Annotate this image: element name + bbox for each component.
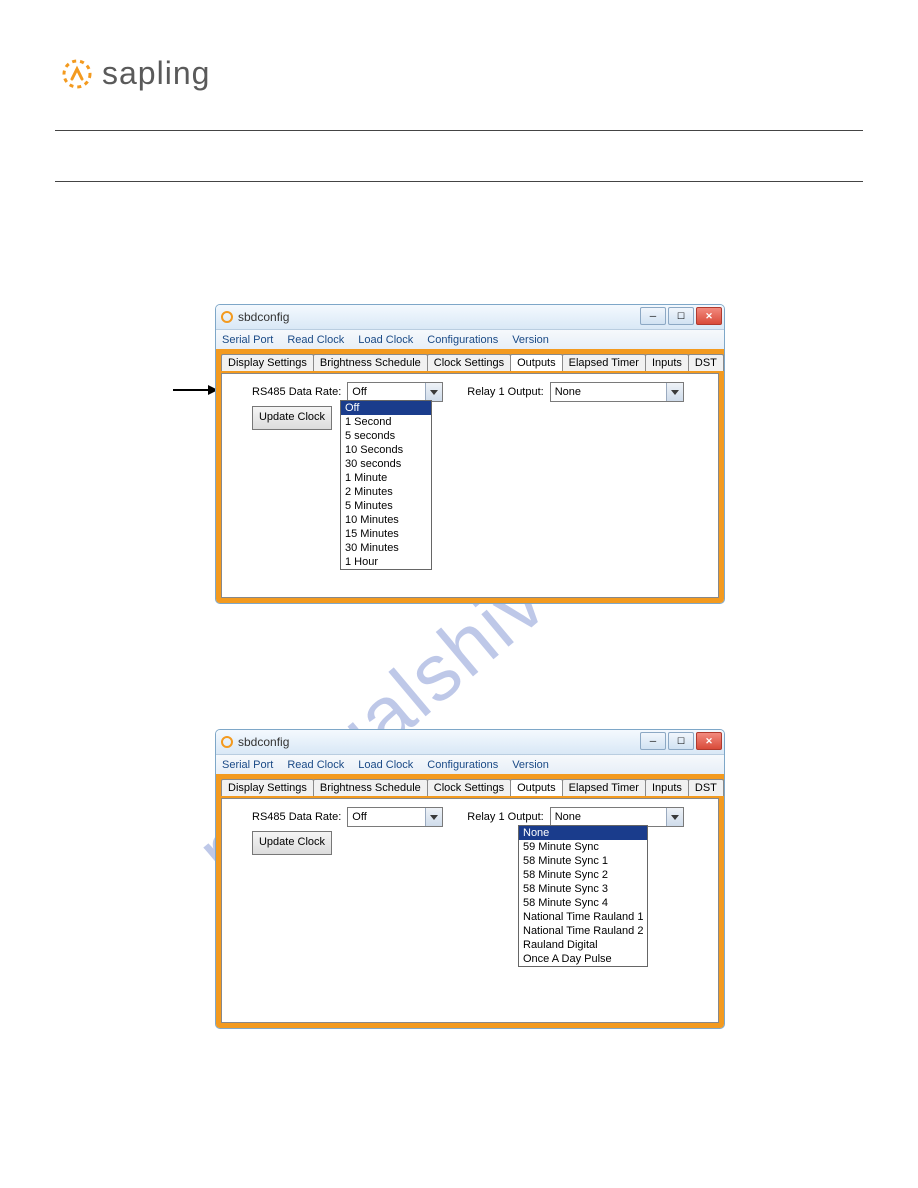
tab-inputs[interactable]: Inputs xyxy=(645,779,689,796)
divider xyxy=(55,130,863,131)
relay1-dropdown[interactable]: None 59 Minute Sync 58 Minute Sync 1 58 … xyxy=(518,825,648,967)
outputs-panel: RS485 Data Rate: Off Relay 1 Output: Non… xyxy=(221,798,719,1023)
controls-row: RS485 Data Rate: Off Relay 1 Output: Non… xyxy=(252,382,708,402)
window-controls: ─ ☐ ✕ xyxy=(640,307,722,325)
tab-inputs[interactable]: Inputs xyxy=(645,354,689,371)
titlebar: sbdconfig ─ ☐ ✕ xyxy=(216,730,724,755)
chevron-down-icon xyxy=(666,808,683,826)
controls-row: RS485 Data Rate: Off Relay 1 Output: Non… xyxy=(252,807,708,827)
tab-outputs[interactable]: Outputs xyxy=(510,354,563,371)
minimize-button[interactable]: ─ xyxy=(640,307,666,325)
window-title: sbdconfig xyxy=(238,310,289,324)
menu-load-clock[interactable]: Load Clock xyxy=(358,759,413,771)
app-icon xyxy=(220,310,234,324)
rs485-option[interactable]: 1 Minute xyxy=(341,471,431,485)
rs485-label: RS485 Data Rate: xyxy=(252,811,341,823)
relay1-label: Relay 1 Output: xyxy=(467,386,543,398)
maximize-button[interactable]: ☐ xyxy=(668,732,694,750)
relay1-option[interactable]: None xyxy=(519,826,647,840)
tab-dst[interactable]: DST xyxy=(688,779,724,796)
rs485-option[interactable]: 1 Hour xyxy=(341,555,431,569)
tab-display-settings[interactable]: Display Settings xyxy=(221,354,314,371)
menu-load-clock[interactable]: Load Clock xyxy=(358,334,413,346)
menu-read-clock[interactable]: Read Clock xyxy=(287,334,344,346)
rs485-option[interactable]: 10 Seconds xyxy=(341,443,431,457)
sapling-icon xyxy=(60,57,94,91)
rs485-option[interactable]: 5 seconds xyxy=(341,429,431,443)
sbdconfig-window-1: sbdconfig ─ ☐ ✕ Serial Port Read Clock L… xyxy=(215,304,725,604)
tab-dst[interactable]: DST xyxy=(688,354,724,371)
app-icon xyxy=(220,735,234,749)
close-button[interactable]: ✕ xyxy=(696,307,722,325)
tab-display-settings[interactable]: Display Settings xyxy=(221,779,314,796)
rs485-option[interactable]: 2 Minutes xyxy=(341,485,431,499)
menu-serial-port[interactable]: Serial Port xyxy=(222,334,273,346)
rs485-option[interactable]: 1 Second xyxy=(341,415,431,429)
rs485-label: RS485 Data Rate: xyxy=(252,386,341,398)
brand-logo: sapling xyxy=(60,55,210,92)
relay1-combo[interactable]: None xyxy=(550,807,684,827)
window-body: Display Settings Brightness Schedule Clo… xyxy=(216,349,724,603)
rs485-option[interactable]: 30 seconds xyxy=(341,457,431,471)
menu-serial-port[interactable]: Serial Port xyxy=(222,759,273,771)
menu-configurations[interactable]: Configurations xyxy=(427,759,498,771)
rs485-combo[interactable]: Off xyxy=(347,382,443,402)
brand-text: sapling xyxy=(102,55,210,92)
chevron-down-icon xyxy=(425,808,442,826)
rs485-dropdown[interactable]: Off 1 Second 5 seconds 10 Seconds 30 sec… xyxy=(340,400,432,570)
window-title: sbdconfig xyxy=(238,735,289,749)
window-body: Display Settings Brightness Schedule Clo… xyxy=(216,774,724,1028)
titlebar: sbdconfig ─ ☐ ✕ xyxy=(216,305,724,330)
rs485-value: Off xyxy=(352,811,366,823)
relay1-option[interactable]: 58 Minute Sync 1 xyxy=(519,854,647,868)
arrow-icon xyxy=(173,389,217,391)
menu-version[interactable]: Version xyxy=(512,334,549,346)
chevron-down-icon xyxy=(666,383,683,401)
rs485-option[interactable]: 15 Minutes xyxy=(341,527,431,541)
menu-read-clock[interactable]: Read Clock xyxy=(287,759,344,771)
maximize-button[interactable]: ☐ xyxy=(668,307,694,325)
relay1-option[interactable]: 59 Minute Sync xyxy=(519,840,647,854)
chevron-down-icon xyxy=(425,383,442,401)
relay1-option[interactable]: National Time Rauland 2 xyxy=(519,924,647,938)
close-button[interactable]: ✕ xyxy=(696,732,722,750)
tab-clock-settings[interactable]: Clock Settings xyxy=(427,354,511,371)
relay1-option[interactable]: Rauland Digital xyxy=(519,938,647,952)
menu-version[interactable]: Version xyxy=(512,759,549,771)
relay1-value: None xyxy=(555,386,581,398)
menu-configurations[interactable]: Configurations xyxy=(427,334,498,346)
tab-outputs[interactable]: Outputs xyxy=(510,779,563,796)
window-controls: ─ ☐ ✕ xyxy=(640,732,722,750)
tab-elapsed-timer[interactable]: Elapsed Timer xyxy=(562,354,646,371)
relay1-option[interactable]: 58 Minute Sync 2 xyxy=(519,868,647,882)
rs485-option[interactable]: Off xyxy=(341,401,431,415)
relay1-option[interactable]: 58 Minute Sync 4 xyxy=(519,896,647,910)
rs485-option[interactable]: 5 Minutes xyxy=(341,499,431,513)
update-clock-button[interactable]: Update Clock xyxy=(252,831,332,855)
rs485-option[interactable]: 10 Minutes xyxy=(341,513,431,527)
tab-clock-settings[interactable]: Clock Settings xyxy=(427,779,511,796)
relay1-value: None xyxy=(555,811,581,823)
divider xyxy=(55,181,863,182)
relay1-option[interactable]: Once A Day Pulse xyxy=(519,952,647,966)
tab-elapsed-timer[interactable]: Elapsed Timer xyxy=(562,779,646,796)
relay1-combo[interactable]: None xyxy=(550,382,684,402)
sbdconfig-window-2: sbdconfig ─ ☐ ✕ Serial Port Read Clock L… xyxy=(215,729,725,1029)
outputs-panel: RS485 Data Rate: Off Relay 1 Output: Non… xyxy=(221,373,719,598)
relay1-option[interactable]: National Time Rauland 1 xyxy=(519,910,647,924)
menubar: Serial Port Read Clock Load Clock Config… xyxy=(216,330,724,351)
rs485-combo[interactable]: Off xyxy=(347,807,443,827)
menubar: Serial Port Read Clock Load Clock Config… xyxy=(216,755,724,776)
tab-brightness-schedule[interactable]: Brightness Schedule xyxy=(313,779,428,796)
minimize-button[interactable]: ─ xyxy=(640,732,666,750)
rs485-value: Off xyxy=(352,386,366,398)
tab-strip: Display Settings Brightness Schedule Clo… xyxy=(221,779,723,796)
tab-brightness-schedule[interactable]: Brightness Schedule xyxy=(313,354,428,371)
update-clock-button[interactable]: Update Clock xyxy=(252,406,332,430)
relay1-option[interactable]: 58 Minute Sync 3 xyxy=(519,882,647,896)
rs485-option[interactable]: 30 Minutes xyxy=(341,541,431,555)
relay1-label: Relay 1 Output: xyxy=(467,811,543,823)
tab-strip: Display Settings Brightness Schedule Clo… xyxy=(221,354,723,371)
